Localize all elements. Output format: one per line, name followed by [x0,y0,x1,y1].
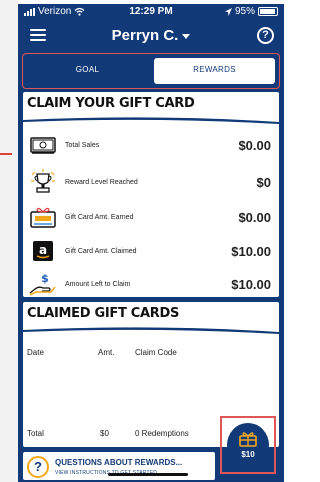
row-amount-claimed: a Gift Card Amt. Claimed $10.00 [23,236,279,266]
annotation-tick [0,153,12,155]
amount-earned-label: Gift Card Amt. Earned [65,213,134,221]
reward-level-value: $0 [256,174,271,190]
question-icon: ? [27,456,49,478]
total-label: Total [27,429,44,438]
row-total-sales: Total Sales $0.00 [23,130,279,160]
amount-claimed-label: Gift Card Amt. Claimed [65,247,137,255]
claim-fab-button[interactable]: $10 [227,423,269,467]
fab-highlight: $10 [220,416,276,474]
help-icon[interactable]: ? [257,27,274,44]
questions-title: QUESTIONS ABOUT REWARDS... [55,458,183,467]
left-gutter [0,0,18,482]
tab-bar: GOAL REWARDS [22,53,280,89]
total-amount: $0 [100,429,109,438]
title-swoosh [23,327,279,334]
row-amount-left: $ Amount Left to Claim $10.00 [23,269,279,299]
total-redemptions: 0 Redemptions [135,429,189,438]
column-claim-code: Claim Code [135,348,177,357]
cash-icon [29,132,57,158]
user-name: Perryn C. [111,27,179,44]
total-sales-label: Total Sales [65,141,100,149]
row-amount-earned: Gift Card Amt. Earned $0.00 [23,202,279,232]
svg-text:$: $ [41,272,49,285]
amount-claimed-value: $10.00 [231,243,271,259]
claim-gift-card-panel: CLAIM YOUR GIFT CARD Total Sales $0.00 R… [23,92,279,297]
column-date: Date [27,348,44,357]
column-amount: Amt. [98,348,115,357]
phone-screen: Verizon 12:29 PM 95% Perryn C. ? GOAL RE… [18,4,284,482]
chevron-down-icon [182,33,191,39]
title-swoosh [23,117,279,124]
status-right: 95% [224,6,278,17]
location-arrow-icon [224,7,232,16]
svg-text:a: a [39,243,47,257]
user-switcher[interactable]: Perryn C. [18,27,284,44]
battery-icon [258,7,278,16]
status-bar: Verizon 12:29 PM 95% [18,4,284,20]
tab-rewards[interactable]: REWARDS [154,58,275,84]
trophy-icon [29,169,57,195]
claimed-card-title: CLAIMED GIFT CARDS [27,306,180,321]
battery-percent: 95% [234,6,255,17]
amount-left-label: Amount Left to Claim [65,280,131,288]
amount-left-value: $10.00 [231,276,271,292]
gift-icon [239,432,257,447]
fab-amount: $10 [241,450,255,459]
claim-card-title: CLAIM YOUR GIFT CARD [27,96,195,111]
total-sales-value: $0.00 [238,137,271,153]
reward-level-label: Reward Level Reached [65,178,138,186]
hand-dollar-icon: $ [29,271,57,297]
gift-card-icon [29,204,57,230]
tab-goal[interactable]: GOAL [27,58,148,84]
home-indicator [108,473,188,476]
amazon-icon: a [29,238,57,264]
row-reward-level: Reward Level Reached $0 [23,167,279,197]
amount-earned-value: $0.00 [238,209,271,225]
top-nav: Perryn C. ? [18,21,284,51]
